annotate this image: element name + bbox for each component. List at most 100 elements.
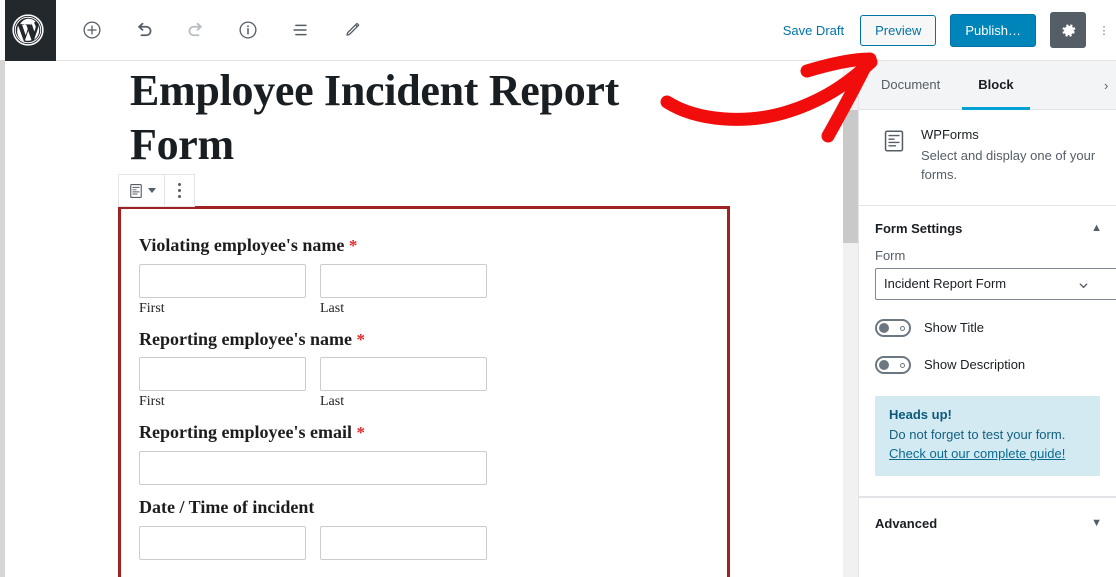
field-sublabel: Last — [320, 394, 345, 410]
list-view-icon[interactable] — [282, 12, 318, 48]
tab-document-label: Document — [881, 76, 941, 92]
wpforms-block-icon — [881, 128, 907, 154]
sidebar-tabs: Document Block › — [859, 61, 1116, 110]
field-label: Violating employee's name * — [139, 235, 709, 256]
form-settings-title: Form Settings — [875, 220, 963, 236]
form-settings-panel: Form Settings ▲ Form Incident Report For… — [859, 206, 1116, 498]
required-asterisk: * — [356, 329, 365, 349]
chevron-down-icon: ▼ — [1091, 517, 1102, 530]
heads-up-notice: Heads up! Do not forget to test your for… — [875, 395, 1100, 477]
tab-document[interactable]: Document — [865, 61, 956, 110]
toggle-off-marker — [900, 362, 905, 368]
show-description-toggle-row: Show Description — [859, 355, 1116, 374]
field-label-text: Date / Time of incident — [139, 497, 315, 518]
complete-guide-link[interactable]: Check out our complete guide! — [889, 446, 1065, 461]
window-left-edge — [0, 0, 5, 577]
advanced-title: Advanced — [875, 516, 938, 532]
field-label: Reporting employee's name * — [139, 329, 709, 350]
form-field: Violating employee's name * First Last — [139, 235, 709, 317]
redo-button[interactable] — [178, 12, 214, 48]
required-asterisk: * — [356, 423, 365, 443]
time-input[interactable] — [320, 525, 487, 560]
block-description: Select and display one of your forms. — [921, 148, 1096, 182]
top-bar-more-menu[interactable]: ⋮ — [1100, 0, 1108, 61]
selected-wpforms-block[interactable]: Violating employee's name * First Last R… — [118, 206, 730, 577]
form-settings-panel-header[interactable]: Form Settings ▲ — [859, 221, 1116, 236]
editor-canvas: Employee Incident Report Form Violating … — [5, 61, 843, 577]
show-description-label: Show Description — [924, 357, 1026, 373]
wordpress-block-editor: Save Draft Preview Publish… ⋮ Employee I… — [0, 0, 1116, 577]
save-draft-button[interactable]: Save Draft — [781, 19, 846, 42]
preview-button[interactable]: Preview — [860, 14, 937, 46]
tab-block[interactable]: Block — [962, 61, 1030, 110]
form-field: Reporting employee's email * — [139, 422, 709, 486]
top-bar-actions: Save Draft Preview Publish… ⋮ — [781, 0, 1116, 61]
toggle-off-marker — [900, 325, 905, 331]
block-title: WPForms — [921, 127, 979, 142]
vertical-ellipsis-icon — [178, 183, 181, 198]
required-asterisk: * — [348, 236, 358, 255]
window-left-edge-top — [0, 0, 5, 60]
gear-icon[interactable] — [1050, 12, 1086, 48]
editor-top-bar: Save Draft Preview Publish… ⋮ — [0, 0, 1116, 61]
show-description-toggle[interactable] — [875, 355, 911, 374]
block-toolbar — [118, 174, 195, 207]
field-part — [320, 525, 487, 560]
field-part: First — [139, 357, 306, 410]
show-title-label: Show Title — [924, 320, 984, 336]
block-more-options-button[interactable] — [165, 175, 194, 206]
field-sublabel: First — [139, 300, 165, 316]
toggle-knob — [879, 322, 889, 333]
field-label-text: Violating employee's name — [139, 235, 345, 255]
editor-scrollbar-thumb[interactable] — [843, 110, 858, 243]
field-label: Reporting employee's email * — [139, 422, 709, 443]
tab-block-label: Block — [978, 76, 1014, 92]
field-sublabel: Last — [320, 300, 345, 316]
wordpress-logo-icon[interactable] — [0, 0, 56, 61]
block-info-text: WPForms Select and display one of your f… — [921, 127, 1100, 185]
field-parts-row: First Last — [139, 357, 709, 410]
block-info-card: WPForms Select and display one of your f… — [859, 110, 1116, 206]
undo-button[interactable] — [126, 12, 162, 48]
form-preview: Violating employee's name * First Last R… — [121, 209, 727, 572]
advanced-panel-header[interactable]: Advanced ▼ — [859, 497, 1116, 549]
date-input[interactable] — [139, 525, 306, 560]
form-select-wrapper: Incident Report Form — [875, 267, 1116, 300]
notice-title: Heads up! — [889, 406, 952, 422]
chevron-up-icon: ▲ — [1091, 221, 1102, 234]
notice-text: Do not forget to test your form. — [889, 426, 1066, 442]
field-parts-row — [139, 525, 709, 560]
add-block-button[interactable] — [74, 12, 110, 48]
form-field: Reporting employee's name * First Last — [139, 329, 709, 411]
field-part — [139, 525, 306, 560]
first-name-input[interactable] — [139, 263, 306, 298]
show-title-toggle[interactable] — [875, 318, 911, 337]
editor-tools-group — [56, 0, 370, 61]
form-select[interactable]: Incident Report Form — [875, 267, 1116, 300]
settings-sidebar: Document Block › WPForms Select and disp… — [858, 61, 1116, 577]
field-part: First — [139, 263, 306, 317]
field-label-text: Reporting employee's email — [139, 422, 352, 443]
last-name-input[interactable] — [320, 357, 487, 392]
form-select-label: Form — [875, 247, 906, 263]
field-parts-row — [139, 451, 709, 486]
field-label: Date / Time of incident — [139, 497, 709, 518]
field-parts-row: First Last — [139, 263, 709, 317]
form-field: Date / Time of incident — [139, 497, 709, 560]
show-title-toggle-row: Show Title — [859, 318, 1116, 337]
first-name-input[interactable] — [139, 357, 306, 392]
field-part: Last — [320, 357, 487, 410]
field-sublabel: First — [139, 394, 165, 410]
chevron-right-icon[interactable]: › — [1104, 61, 1114, 110]
wpforms-block-icon — [130, 183, 142, 198]
chevron-down-icon — [148, 188, 156, 193]
block-type-switcher[interactable] — [119, 175, 165, 206]
email-input[interactable] — [139, 451, 487, 486]
pencil-icon[interactable] — [334, 12, 370, 48]
publish-button[interactable]: Publish… — [950, 13, 1036, 47]
post-title[interactable]: Employee Incident Report Form — [130, 61, 730, 171]
toggle-knob — [879, 359, 889, 370]
last-name-input[interactable] — [320, 263, 487, 298]
info-circle-icon[interactable] — [230, 12, 266, 48]
editor-scrollbar[interactable] — [843, 61, 858, 577]
